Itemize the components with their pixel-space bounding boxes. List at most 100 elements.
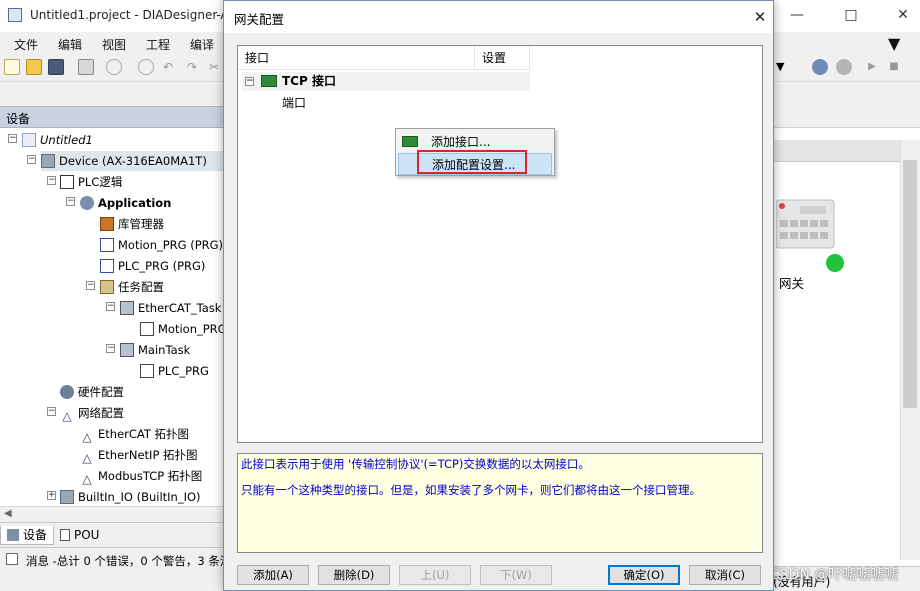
tree-item-modbustcp-topology[interactable]: △ ModbusTCP 拓扑图: [80, 466, 202, 486]
task-icon: [120, 343, 134, 357]
tab-pou[interactable]: POU: [54, 526, 105, 545]
move-up-button[interactable]: 上(U): [399, 565, 471, 585]
tcp-interface-label: TCP 接口: [282, 74, 336, 88]
tree-item-hardware-config[interactable]: 硬件配置: [60, 382, 124, 402]
editor-area: [773, 106, 920, 566]
dialog-close-icon[interactable]: ✕: [748, 6, 772, 28]
tree-item-ethercat-topology[interactable]: △ EtherCAT 拓扑图: [80, 424, 189, 444]
expander-icon[interactable]: −: [245, 77, 254, 86]
topology-icon: △: [82, 430, 92, 444]
tree-item-motion-prg[interactable]: Motion_PRG (PRG): [100, 235, 223, 255]
gateway-status-dot: [826, 254, 844, 272]
library-icon: [100, 217, 114, 231]
expander-icon[interactable]: −: [8, 134, 17, 143]
run-icon[interactable]: ▶: [864, 59, 880, 75]
ok-button[interactable]: 确定(O): [608, 565, 680, 585]
menu-edit[interactable]: 编辑: [58, 36, 82, 53]
cut-icon[interactable]: ✂: [206, 59, 222, 75]
print-icon[interactable]: [78, 59, 94, 75]
add-button[interactable]: 添加(A): [237, 565, 309, 585]
tree-item-task-config[interactable]: 任务配置: [100, 277, 164, 297]
ide-window-title: Untitled1.project - DIADesigner-A: [30, 8, 229, 22]
hardware-config-icon: [60, 385, 74, 399]
tree-item-port[interactable]: 端口: [282, 94, 306, 112]
tree-item-ethernetip-topology[interactable]: △ EtherNetIP 拓扑图: [80, 445, 197, 465]
undo-icon[interactable]: ↶: [160, 59, 176, 75]
new-file-icon[interactable]: [4, 59, 20, 75]
network-icon: △: [62, 409, 72, 423]
program-call-icon: [140, 364, 154, 378]
tree-item-tcp-interface[interactable]: − TCP 接口: [242, 72, 530, 91]
tree-item-maintask[interactable]: MainTask: [120, 340, 190, 360]
tree-item-plc-prg[interactable]: PLC_PRG (PRG): [100, 256, 205, 276]
menu-project[interactable]: 工程: [146, 36, 170, 53]
topology-icon: △: [82, 451, 92, 465]
save-icon[interactable]: [48, 59, 64, 75]
context-menu: 添加接口... 添加配置设置...: [395, 128, 555, 176]
devices-panel-header: 设备: [0, 106, 228, 128]
interface-list: 接口 设置 − TCP 接口 端口 添加接口... 添加配置设置...: [237, 45, 763, 443]
tree-item-builtin-io[interactable]: BuiltIn_IO (BuiltIn_IO): [60, 487, 201, 506]
tree-item-ethercat-task[interactable]: EtherCAT_Task: [120, 298, 221, 318]
settings-gear-icon[interactable]: [836, 59, 852, 75]
dialog-title: 网关配置: [234, 12, 285, 27]
column-header-interface[interactable]: 接口: [238, 46, 475, 70]
expander-icon[interactable]: −: [47, 407, 56, 416]
panel-tabs: 设备 POU: [0, 522, 228, 546]
toolbar-dropdown[interactable]: ▼: [776, 59, 792, 75]
expander-icon[interactable]: −: [106, 302, 115, 311]
expander-icon[interactable]: −: [27, 155, 36, 164]
app-icon: [8, 8, 22, 22]
menu-view[interactable]: 视图: [102, 36, 126, 53]
plc-logic-icon: [60, 175, 74, 189]
devices-tab-icon: [7, 529, 19, 541]
window-close-icon[interactable]: ✕: [886, 4, 920, 26]
redo-icon[interactable]: ↷: [184, 59, 200, 75]
filter-icon[interactable]: ▼: [888, 34, 900, 53]
tree-item-network-config[interactable]: △ 网络配置: [60, 403, 124, 423]
minimize-icon[interactable]: —: [780, 4, 814, 26]
topology-icon: △: [82, 472, 92, 486]
expander-icon[interactable]: +: [47, 491, 56, 500]
menu-build[interactable]: 编译: [190, 36, 214, 53]
watermark: CSDN @吓唬唬唬唬: [770, 567, 899, 583]
expander-icon[interactable]: −: [86, 281, 95, 290]
column-header-settings[interactable]: 设置: [475, 46, 530, 70]
message-status-bar: 消息 -总计 0 个错误，0 个警告，3 条消息: [0, 547, 243, 571]
cancel-button[interactable]: 取消(C): [689, 565, 761, 585]
move-down-button[interactable]: 下(W): [480, 565, 552, 585]
dialog-titlebar: 网关配置 ✕: [224, 1, 773, 33]
program-call-icon: [140, 322, 154, 336]
add-interface-icon: [402, 136, 418, 147]
expander-icon[interactable]: −: [47, 176, 56, 185]
network-card-icon: [261, 75, 277, 87]
maximize-icon[interactable]: □: [834, 4, 868, 26]
stop-icon[interactable]: ■: [886, 59, 902, 75]
scroll-left-icon[interactable]: ◀: [4, 508, 12, 519]
device-icon: [41, 154, 55, 168]
open-folder-icon[interactable]: [26, 59, 42, 75]
expander-icon[interactable]: −: [66, 197, 75, 206]
back-icon[interactable]: [106, 59, 122, 75]
tree-item-device[interactable]: Device (AX-316EA0MA1T): [41, 151, 228, 171]
forward-icon[interactable]: [138, 59, 154, 75]
gateway-device-icon[interactable]: [776, 196, 836, 252]
task-config-icon: [100, 280, 114, 294]
tree-item-maintask-plc-prg[interactable]: PLC_PRG: [140, 361, 209, 381]
tree-item-library-manager[interactable]: 库管理器: [100, 214, 164, 234]
tree-horizontal-scrollbar[interactable]: ◀: [0, 506, 228, 522]
expander-icon[interactable]: −: [106, 344, 115, 353]
description-line-2: 只能有一个这种类型的接口。但是，如果安装了多个网卡，则它们都将由这一个接口管理。: [241, 483, 701, 497]
menu-file[interactable]: 文件: [14, 36, 38, 53]
tab-devices[interactable]: 设备: [0, 526, 55, 545]
tree-item-ethercat-task-motion-prg[interactable]: Motion_PRG: [140, 319, 227, 339]
device-tree: − Untitled1 − Device (AX-316EA0MA1T) − P…: [0, 128, 228, 506]
gateway-label: 网关: [779, 276, 805, 291]
task-icon: [120, 301, 134, 315]
gear-icon[interactable]: [812, 59, 828, 75]
tree-item-plc-logic[interactable]: PLC逻辑: [60, 172, 122, 192]
scrollbar-thumb[interactable]: [903, 160, 917, 408]
delete-button[interactable]: 删除(D): [318, 565, 390, 585]
tree-item-application[interactable]: Application: [80, 193, 171, 213]
tree-item-project[interactable]: Untitled1: [22, 130, 93, 150]
